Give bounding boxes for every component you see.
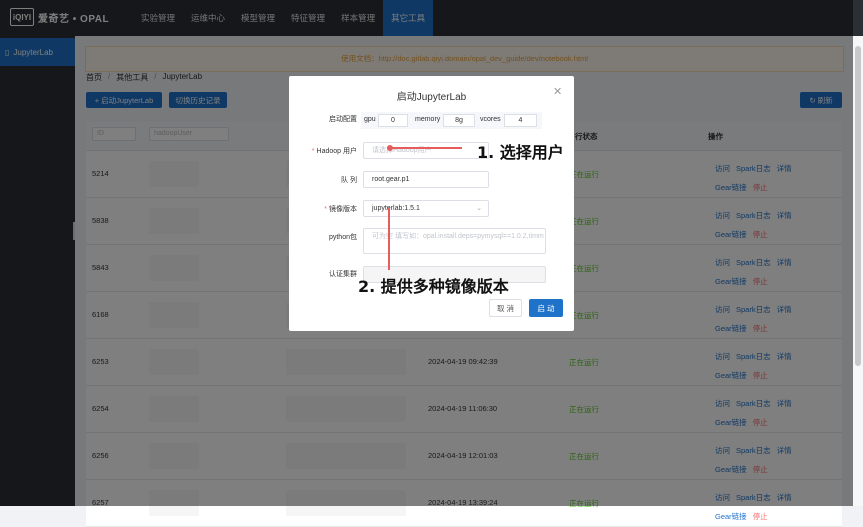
image-version-select[interactable]: jupyterlab:1.5.1 ⌄ — [363, 200, 489, 217]
chevron-down-icon: ⌄ — [476, 205, 482, 212]
gpu-label: gpu — [364, 116, 376, 123]
required-mark: * — [311, 148, 315, 155]
memory-label: memory — [415, 116, 441, 123]
vcores-label: vcores — [480, 116, 501, 123]
annotation-step1: 1. 选择用户 — [477, 143, 564, 162]
required-mark: * — [324, 206, 327, 213]
image-version-label-text: 镜像版本 — [329, 206, 357, 213]
config-label: 启动配置 — [329, 116, 357, 123]
gpu-input[interactable]: 0 — [378, 114, 408, 127]
dialog-title: 启动JupyterLab — [396, 92, 467, 103]
hadoop-user-select[interactable]: 请选择Hadoop用户 — [363, 142, 489, 159]
annotation-step2: 2. 提供多种镜像版本 — [358, 277, 509, 296]
scrollbar-thumb[interactable] — [855, 46, 861, 366]
image-version-value: jupyterlab:1.5.1 — [372, 205, 420, 212]
cancel-button[interactable]: 取 消 — [489, 299, 522, 317]
auth-cluster-label: 认证集群 — [329, 271, 357, 278]
queue-label: 队 列 — [341, 177, 357, 184]
close-icon[interactable]: ✕ — [553, 85, 562, 98]
hadoop-user-label: * Hadoop 用户 — [289, 146, 357, 156]
annotation-arrow-2 — [388, 208, 390, 270]
python-package-label: python包 — [328, 234, 357, 241]
start-button[interactable]: 启 动 — [529, 299, 563, 317]
memory-input[interactable]: 8g — [443, 114, 475, 127]
gear-link[interactable]: Gear链接 — [715, 512, 747, 521]
stop-link[interactable]: 停止 — [753, 512, 768, 521]
vcores-input[interactable]: 4 — [504, 114, 537, 127]
annotation-arrow-1 — [390, 147, 462, 149]
queue-input[interactable]: root.gear.p1 — [363, 171, 489, 188]
resource-config-group: gpu 0 memory 8g vcores 4 — [361, 112, 542, 129]
python-package-textarea[interactable]: 可为空 填写如：opal.install.deps=pymysql==1.0.2… — [363, 228, 546, 254]
page-scrollbar[interactable] — [853, 36, 863, 506]
hadoop-user-label-text: Hadoop 用户 — [316, 148, 357, 155]
image-version-label: * 镜像版本 — [289, 204, 357, 214]
